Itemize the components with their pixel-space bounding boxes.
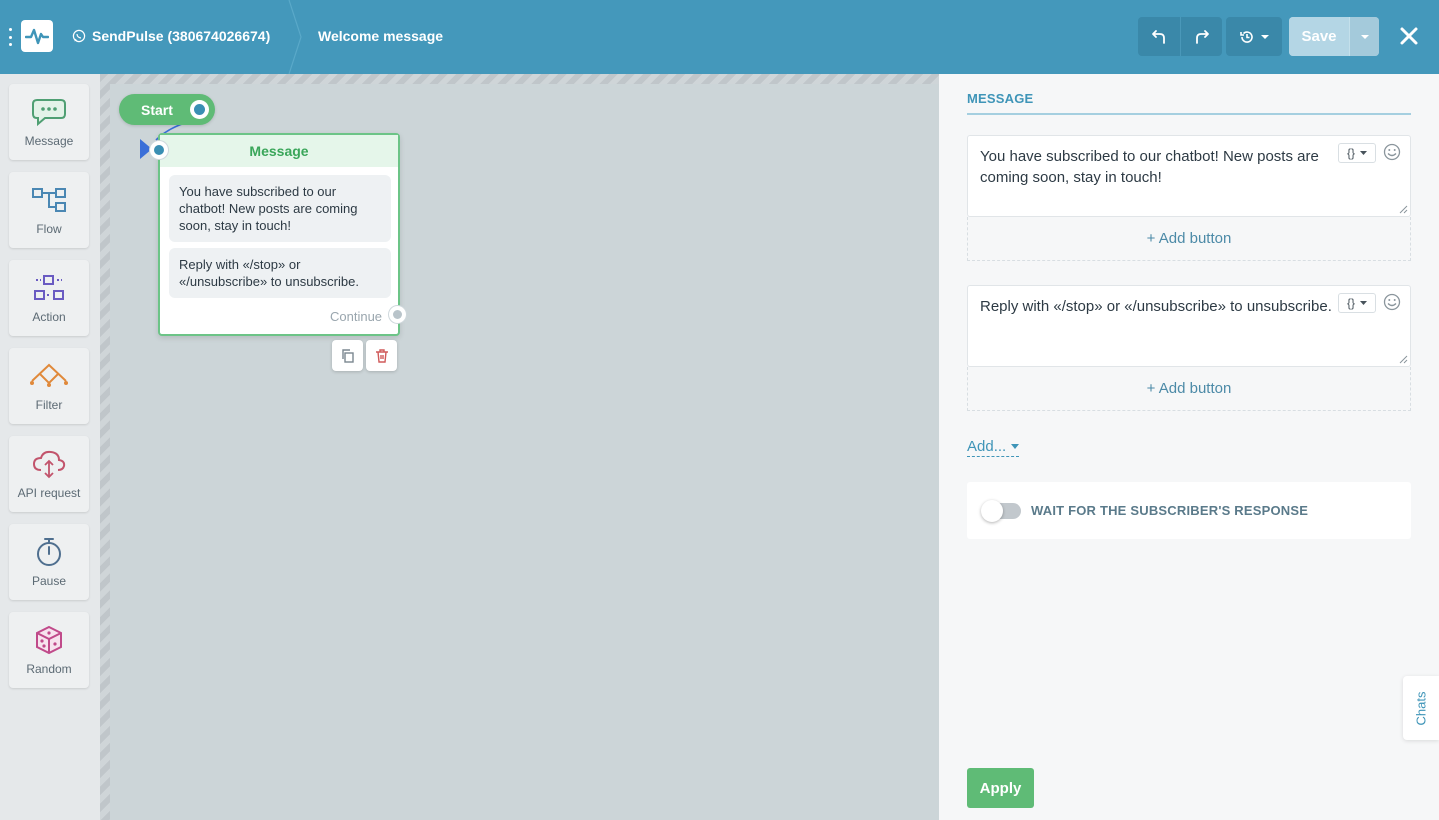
tool-flow[interactable]: Flow <box>9 172 89 248</box>
save-button[interactable]: Save <box>1289 17 1349 56</box>
save-group: Save <box>1289 17 1379 56</box>
tool-api-request[interactable]: API request <box>9 436 89 512</box>
tool-action[interactable]: Action <box>9 260 89 336</box>
undo-redo-group <box>1138 17 1222 56</box>
start-label: Start <box>141 101 173 118</box>
emoji-icon[interactable] <box>1383 143 1401 161</box>
message-text[interactable]: You have subscribed to our chatbot! New … <box>980 146 1332 188</box>
trash-icon <box>375 348 388 363</box>
copy-icon <box>341 348 354 363</box>
stopwatch-icon <box>37 538 61 566</box>
chevron-down-icon <box>1360 300 1367 305</box>
message-textarea[interactable]: You have subscribed to our chatbot! New … <box>967 135 1411 217</box>
tab-message[interactable]: MESSAGE <box>967 91 1411 115</box>
node-input-port[interactable] <box>150 141 168 159</box>
add-button[interactable]: + Add button <box>967 367 1411 411</box>
emoji-icon[interactable] <box>1383 293 1401 311</box>
chevron-down-icon <box>1360 34 1369 39</box>
dice-icon <box>36 625 62 655</box>
copy-node-button[interactable] <box>332 340 363 371</box>
chevron-down-icon <box>1360 150 1367 155</box>
add-button[interactable]: + Add button <box>967 217 1411 261</box>
tool-label: Pause <box>31 574 67 588</box>
undo-button[interactable] <box>1138 17 1180 56</box>
node-title: Message <box>160 135 398 167</box>
tool-message[interactable]: Message <box>9 84 89 160</box>
top-bar: SendPulse (380674026674) Welcome message… <box>0 0 1439 74</box>
resize-handle-icon[interactable] <box>1399 205 1408 214</box>
variables-icon: {} <box>1346 296 1355 310</box>
tool-filter[interactable]: Filter <box>9 348 89 424</box>
menu-dots-icon[interactable] <box>8 28 12 46</box>
pulse-logo-icon[interactable] <box>21 20 53 52</box>
undo-icon <box>1152 29 1165 44</box>
start-node[interactable]: Start <box>119 94 215 125</box>
tool-label: Flow <box>36 222 62 236</box>
wait-response-toggle[interactable] <box>981 499 1021 522</box>
redo-icon <box>1195 29 1209 44</box>
breadcrumb-separator <box>288 0 302 74</box>
continue-label: Continue <box>330 309 383 324</box>
close-button[interactable] <box>1395 22 1423 50</box>
tool-sidebar: Message Flow Action Filter API request P… <box>0 74 100 820</box>
tool-random[interactable]: Random <box>9 612 89 688</box>
settings-panel: MESSAGE You have subscribed to our chatb… <box>939 74 1439 820</box>
tool-label: API request <box>17 486 81 500</box>
variables-button[interactable]: {} <box>1338 293 1376 313</box>
filter-icon <box>30 363 68 387</box>
save-options-button[interactable] <box>1349 17 1379 56</box>
tool-label: Message <box>24 134 74 148</box>
page-title: Welcome message <box>318 28 444 44</box>
resize-handle-icon[interactable] <box>1399 355 1408 364</box>
history-dropdown[interactable] <box>1226 17 1282 56</box>
apply-button[interactable]: Apply <box>967 768 1034 808</box>
add-content-dropdown[interactable]: Add... <box>967 438 1020 457</box>
variables-icon: {} <box>1346 146 1355 160</box>
history-icon <box>1240 30 1253 43</box>
redo-button[interactable] <box>1180 17 1222 56</box>
tool-label: Action <box>32 310 66 324</box>
tool-label: Filter <box>35 398 63 412</box>
bot-selector[interactable]: SendPulse (380674026674) <box>72 28 270 44</box>
start-output-port[interactable] <box>190 100 209 119</box>
canvas-edge <box>100 74 939 84</box>
whatsapp-icon <box>72 29 86 43</box>
chats-label: Chats <box>1413 691 1429 725</box>
chevron-down-icon <box>1261 34 1269 39</box>
wait-response-row: WAIT FOR THE SUBSCRIBER'S RESPONSE <box>967 482 1411 539</box>
api-cloud-icon <box>32 450 66 479</box>
delete-node-button[interactable] <box>366 340 397 371</box>
close-icon <box>1400 27 1418 45</box>
node-output-port[interactable] <box>389 306 406 323</box>
action-icon <box>34 275 64 300</box>
canvas-edge <box>100 74 110 820</box>
chevron-down-icon <box>1011 444 1020 449</box>
message-textarea[interactable]: Reply with «/stop» or «/unsubscribe» to … <box>967 285 1411 367</box>
message-node[interactable]: Message You have subscribed to our chatb… <box>158 133 400 336</box>
history-button[interactable] <box>1226 17 1282 56</box>
flow-icon <box>32 188 66 212</box>
wait-response-label: WAIT FOR THE SUBSCRIBER'S RESPONSE <box>1031 503 1309 518</box>
variables-button[interactable]: {} <box>1338 143 1376 163</box>
tool-label: Random <box>26 662 72 676</box>
tool-pause[interactable]: Pause <box>9 524 89 600</box>
message-text[interactable]: Reply with «/stop» or «/unsubscribe» to … <box>980 296 1332 317</box>
node-message-bubble: Reply with «/stop» or «/unsubscribe» to … <box>169 248 391 298</box>
add-content-label: Add... <box>967 438 1007 455</box>
bot-name: SendPulse (380674026674) <box>92 28 271 44</box>
node-message-bubble: You have subscribed to our chatbot! New … <box>169 175 391 242</box>
chats-tab[interactable]: Chats <box>1403 676 1439 740</box>
chat-bubble-icon <box>32 99 66 127</box>
